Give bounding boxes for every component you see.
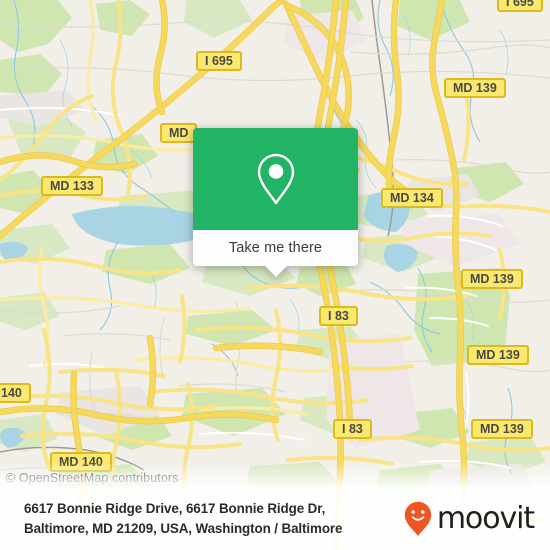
moovit-wordmark: moovit [436, 501, 535, 536]
address-line-1: 6617 Bonnie Ridge Drive, 6617 Bonnie Rid… [24, 501, 326, 517]
callout-action-panel[interactable]: Take me there [193, 230, 358, 277]
location-callout[interactable]: Take me there [193, 128, 358, 277]
callout-tail [264, 266, 287, 277]
footer-bar: 6617 Bonnie Ridge Drive, 6617 Bonnie Rid… [0, 488, 550, 550]
address-line-2: Baltimore, MD 21209, USA, Washington / B… [24, 521, 343, 536]
map-pin-icon [255, 152, 297, 206]
take-me-there-label: Take me there [228, 240, 323, 256]
osm-attribution[interactable]: © OpenStreetMap contributors [6, 471, 179, 485]
address-block: 6617 Bonnie Ridge Drive, 6617 Bonnie Rid… [24, 499, 404, 539]
moovit-smiley-pin-icon [404, 501, 432, 537]
map-screenshot-root: .land { fill:#f2efe9; } .green { fill:#c… [0, 0, 550, 550]
moovit-logo[interactable]: moovit [404, 501, 535, 537]
callout-pin-panel [193, 128, 358, 230]
